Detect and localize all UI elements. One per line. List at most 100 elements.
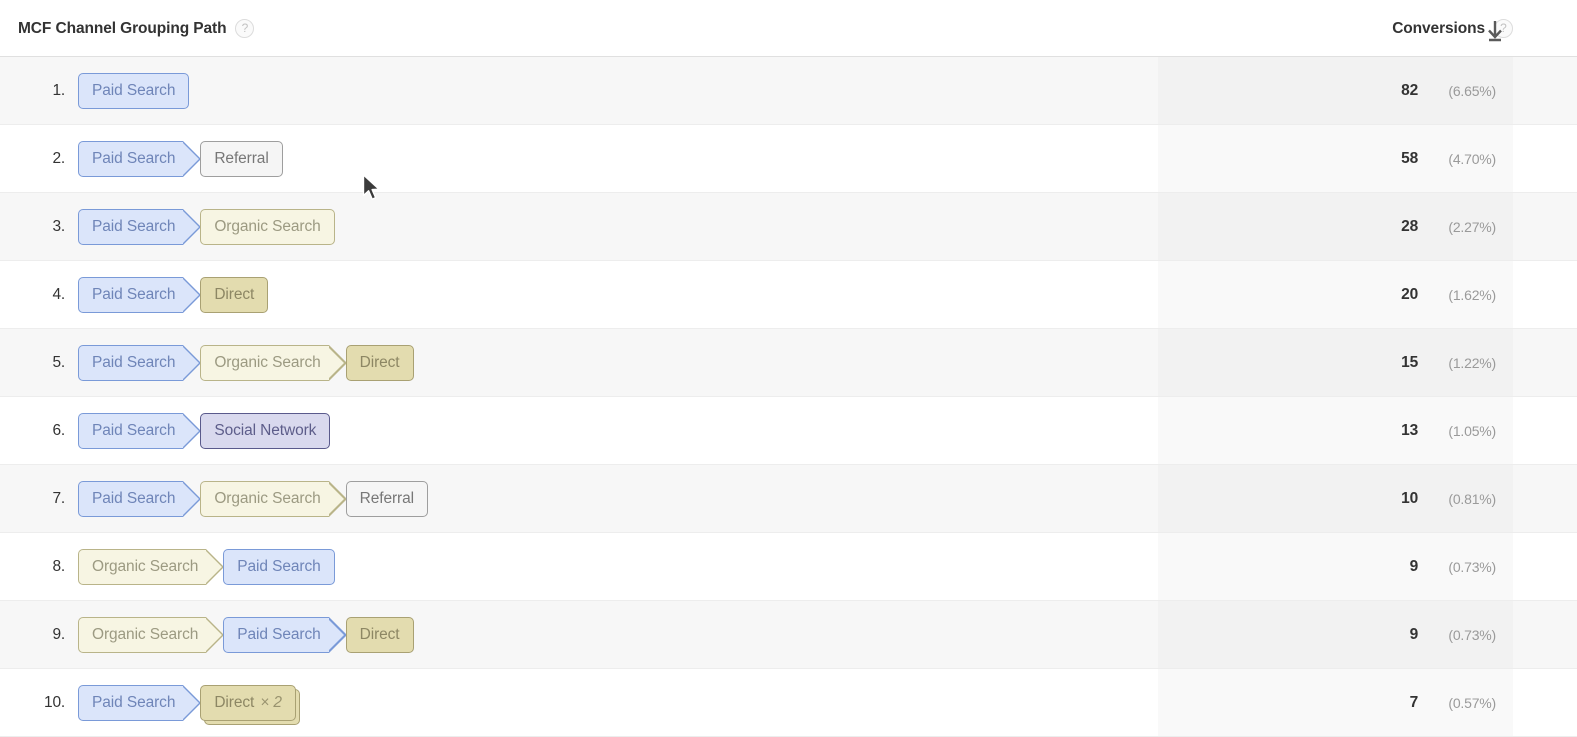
conversions-value: 13 (1401, 421, 1418, 439)
channel-chip-paid[interactable]: Paid Search (78, 344, 202, 381)
channel-chip-label: Paid Search (92, 353, 176, 371)
mcf-channel-grouping-path-report: MCF Channel Grouping Path ? Conversions … (0, 0, 1577, 737)
channel-chip-label: Paid Search (92, 693, 176, 711)
channel-chip-paid[interactable]: Paid Search (78, 276, 202, 313)
conversions-percent: (6.65%) (1448, 82, 1496, 99)
conversions-percent: (2.27%) (1448, 218, 1496, 235)
table-row[interactable]: 6. Paid Search Social Network 13 (1.05%) (0, 397, 1577, 465)
conversions-percent: (0.73%) (1448, 626, 1496, 643)
row-index: 9. (52, 625, 65, 643)
conversions-value: 28 (1401, 217, 1418, 235)
conversions-cell: 10 (0.81%) (1158, 465, 1513, 532)
sort-descending-icon[interactable] (1485, 20, 1505, 42)
conversions-cell: 13 (1.05%) (1158, 397, 1513, 464)
table-row[interactable]: 7. Paid Search Organic Search Referral 10 (0.… (0, 465, 1577, 533)
conversions-cell: 7 (0.57%) (1158, 669, 1513, 736)
channel-chip-label: Paid Search (92, 217, 176, 235)
row-index: 3. (52, 217, 65, 235)
channel-chip-label: Organic Search (92, 557, 199, 575)
channel-chip-label: Paid Search (92, 149, 176, 167)
channel-chip-paid[interactable]: Paid Search (78, 140, 202, 177)
conversions-percent: (0.81%) (1448, 490, 1496, 507)
channel-chip-paid[interactable]: Paid Search (223, 548, 335, 585)
channel-chip-label: Social Network (214, 421, 317, 439)
channel-chip-paid[interactable]: Paid Search (78, 412, 202, 449)
dimension-help-icon[interactable]: ? (235, 19, 255, 38)
channel-chip-paid[interactable]: Paid Search (223, 616, 348, 653)
conversions-cell: 58 (4.70%) (1158, 125, 1513, 192)
channel-chip-multiplier: × 2 (260, 693, 282, 711)
channel-chip-label: Paid Search (92, 81, 176, 99)
row-index: 7. (52, 489, 65, 507)
conversions-value: 7 (1409, 693, 1419, 711)
conversions-cell: 28 (2.27%) (1158, 193, 1513, 260)
conversions-percent: (1.22%) (1448, 354, 1496, 371)
channel-chip-organic[interactable]: Organic Search (78, 548, 225, 585)
conversions-value: 15 (1401, 353, 1418, 371)
channel-chip-label: Referral (359, 489, 414, 507)
conversions-value: 20 (1401, 285, 1418, 303)
conversions-cell: 15 (1.22%) (1158, 329, 1513, 396)
channel-chip-label: Organic Search (92, 625, 199, 643)
conversions-percent: (1.62%) (1448, 286, 1496, 303)
conversions-cell: 9 (0.73%) (1158, 533, 1513, 600)
conversions-cell: 9 (0.73%) (1158, 601, 1513, 668)
channel-chip-paid[interactable]: Paid Search (78, 480, 202, 517)
table-row[interactable]: 2. Paid Search Referral 58 (4.70%) (0, 125, 1577, 193)
row-index: 10. (44, 693, 65, 711)
row-index: 6. (52, 421, 65, 439)
table-row[interactable]: 3. Paid Search Organic Search 28 (2.27%) (0, 193, 1577, 261)
channel-chip-paid[interactable]: Paid Search (78, 208, 202, 245)
channel-chip-label: Referral (214, 149, 269, 167)
metric-header-label: Conversions (1392, 19, 1485, 37)
conversions-value: 9 (1409, 625, 1419, 643)
channel-chip-organic[interactable]: Organic Search (200, 208, 335, 245)
channel-chip-direct[interactable]: Direct (345, 344, 414, 381)
table-body: 1. Paid Search 82 (6.65%) 2. Paid Search Refer… (0, 57, 1577, 737)
channel-chip-label: Direct (359, 353, 400, 371)
channel-chip-label: Direct (214, 285, 255, 303)
channel-chip-paid[interactable]: Paid Search (78, 72, 190, 109)
channel-chip-referral[interactable]: Referral (200, 140, 283, 177)
conversions-percent: (4.70%) (1448, 150, 1496, 167)
table-header: MCF Channel Grouping Path ? Conversions … (0, 0, 1577, 57)
channel-chip-label: Paid Search (237, 557, 321, 575)
channel-chip-label: Paid Search (237, 625, 321, 643)
conversions-value: 10 (1401, 489, 1418, 507)
conversions-percent: (0.57%) (1448, 694, 1496, 711)
channel-chip-direct[interactable]: Direct (345, 616, 414, 653)
channel-chip-label: Paid Search (92, 285, 176, 303)
table-row[interactable]: 5. Paid Search Organic Search Direct 15 (1.22… (0, 329, 1577, 397)
conversions-value: 9 (1409, 557, 1419, 575)
dimension-header-label: MCF Channel Grouping Path (18, 19, 227, 37)
channel-chip-social[interactable]: Social Network (200, 412, 331, 449)
channel-chip-label: Direct (214, 693, 255, 711)
conversions-percent: (0.73%) (1448, 558, 1496, 575)
row-index: 5. (52, 353, 65, 371)
table-row[interactable]: 4. Paid Search Direct 20 (1.62%) (0, 261, 1577, 329)
channel-chip-label: Paid Search (92, 489, 176, 507)
channel-chip-label: Organic Search (214, 353, 321, 371)
channel-chip-label: Paid Search (92, 421, 176, 439)
channel-chip-label: Organic Search (214, 489, 321, 507)
conversions-value: 58 (1401, 149, 1418, 167)
channel-chip-paid[interactable]: Paid Search (78, 684, 202, 721)
row-index: 1. (52, 81, 65, 99)
row-index: 8. (52, 557, 65, 575)
channel-chip-direct[interactable]: Direct × 2 (200, 684, 296, 721)
conversions-cell: 20 (1.62%) (1158, 261, 1513, 328)
channel-chip-label: Organic Search (214, 217, 321, 235)
channel-chip-organic[interactable]: Organic Search (78, 616, 225, 653)
channel-chip-direct[interactable]: Direct (200, 276, 269, 313)
channel-chip-organic[interactable]: Organic Search (200, 344, 347, 381)
dimension-column-header[interactable]: MCF Channel Grouping Path ? (18, 0, 255, 57)
channel-chip-label: Direct (359, 625, 400, 643)
table-row[interactable]: 8. Organic Search Paid Search 9 (0.73%) (0, 533, 1577, 601)
channel-chip-referral[interactable]: Referral (345, 480, 428, 517)
table-row[interactable]: 9. Organic Search Paid Search Direct 9 (0.73%… (0, 601, 1577, 669)
conversions-value: 82 (1401, 81, 1418, 99)
conversions-percent: (1.05%) (1448, 422, 1496, 439)
channel-chip-organic[interactable]: Organic Search (200, 480, 347, 517)
table-row[interactable]: 1. Paid Search 82 (6.65%) (0, 57, 1577, 125)
row-index: 4. (52, 285, 65, 303)
